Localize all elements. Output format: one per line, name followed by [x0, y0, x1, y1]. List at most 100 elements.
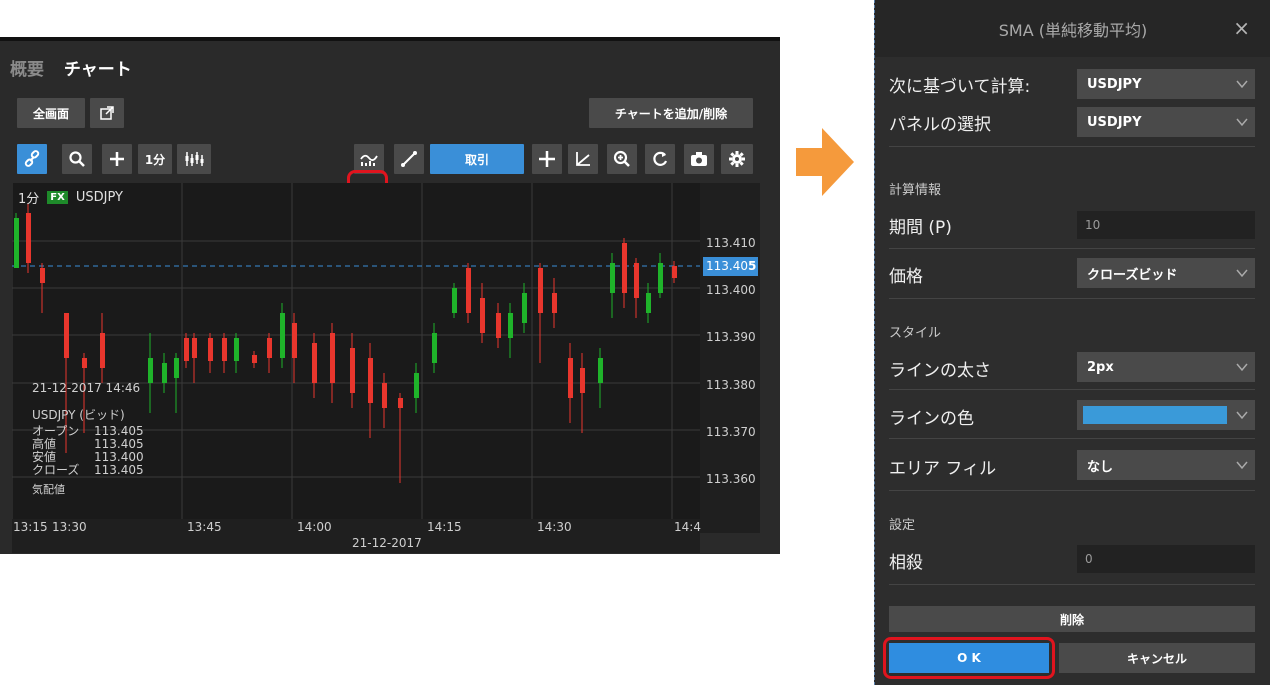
add-remove-chart-button[interactable]: チャートを追加/削除	[589, 98, 753, 128]
measure-button[interactable]	[568, 144, 598, 174]
fx-badge: FX	[47, 191, 68, 204]
price-select[interactable]: クローズビッド	[1077, 258, 1255, 288]
arrow-right-icon	[796, 128, 854, 196]
divider	[889, 298, 1255, 299]
search-button[interactable]	[62, 144, 92, 174]
ohlc-timestamp: 21-12-2017 14:46	[32, 381, 141, 395]
draw-line-button[interactable]	[394, 144, 424, 174]
style-section: スタイル	[889, 326, 942, 341]
area-fill-value: なし	[1087, 459, 1114, 475]
candle-body	[280, 313, 285, 358]
date-label: 21-12-2017	[352, 536, 422, 550]
symbol-row: 1分 FX USDJPY	[18, 188, 123, 207]
chart-panel: 概要 チャート 全画面 チャートを追加/削除 1分 取引 113.410 113…	[0, 37, 780, 554]
ohlc-key: クローズ	[32, 463, 80, 477]
divider	[889, 389, 1255, 390]
time-tick-label: 13:30	[52, 520, 87, 534]
candle-body	[622, 243, 627, 293]
candle-body	[208, 338, 213, 361]
add-button[interactable]	[102, 144, 132, 174]
candle-body	[398, 398, 403, 408]
candle-body	[26, 213, 31, 263]
divider	[889, 438, 1255, 439]
zoom-button[interactable]	[607, 144, 637, 174]
price-tick-label: 113.360	[706, 472, 756, 486]
external-link-icon	[100, 106, 114, 120]
gear-icon	[729, 151, 745, 167]
calc-basis-select[interactable]: USDJPY	[1077, 69, 1255, 99]
cancel-button[interactable]: キャンセル	[1059, 643, 1255, 673]
candle-body	[148, 358, 153, 383]
settings-section: 設定	[889, 518, 916, 533]
divider	[889, 584, 1255, 585]
candle-body	[598, 358, 603, 383]
candle-body	[552, 293, 557, 313]
candle-body	[480, 298, 485, 333]
zoom-in-icon	[613, 150, 630, 167]
candle-body	[382, 383, 387, 408]
line-color-select[interactable]	[1077, 400, 1255, 430]
trade-button[interactable]: 取引	[430, 144, 524, 174]
panel-select[interactable]: USDJPY	[1077, 107, 1255, 137]
candle-body	[568, 358, 573, 398]
candle-body	[40, 268, 45, 283]
tab-overview[interactable]: 概要	[10, 60, 44, 80]
chart-type-button[interactable]	[177, 144, 211, 174]
delete-button[interactable]: 削除	[889, 606, 1255, 632]
line-width-select[interactable]: 2px	[1077, 352, 1255, 382]
fullscreen-button[interactable]: 全画面	[17, 98, 85, 128]
cancel-label: キャンセル	[1126, 651, 1187, 666]
settings-button[interactable]	[721, 144, 753, 174]
line-color-swatch	[1083, 406, 1227, 424]
offset-input[interactable]: 0	[1077, 545, 1255, 573]
interval-overlay: 1分	[18, 192, 40, 207]
crosshair-button[interactable]	[532, 144, 562, 174]
price-tick-label: 113.370	[706, 425, 756, 439]
candle-body	[610, 263, 615, 293]
time-tick-label: 14:15	[427, 520, 462, 534]
offset-value: 0	[1085, 552, 1093, 566]
line-width-label: ラインの太さ	[889, 361, 991, 381]
candle-body	[184, 338, 189, 361]
chevron-down-icon	[1236, 411, 1248, 420]
measure-icon	[576, 152, 590, 166]
candle-body	[14, 218, 19, 268]
chevron-down-icon	[1236, 80, 1248, 89]
panel-select-value: USDJPY	[1087, 114, 1142, 130]
candle-body	[538, 268, 543, 313]
panel-tabs: 概要 チャート	[10, 55, 146, 80]
popout-button[interactable]	[90, 98, 124, 128]
search-icon	[69, 151, 85, 167]
price-tick-label: 113.400	[706, 283, 756, 297]
candle-body	[658, 263, 663, 293]
chevron-down-icon	[1236, 118, 1248, 127]
period-value: 10	[1085, 218, 1101, 232]
candle-body	[222, 338, 227, 361]
dialog-header: SMA (単純移動平均)	[875, 0, 1270, 57]
screenshot-button[interactable]	[684, 144, 714, 174]
time-tick-label: 13:45	[187, 520, 222, 534]
price-select-value: クローズビッド	[1087, 267, 1178, 283]
time-tick-label: 14:00	[297, 520, 332, 534]
area-fill-label: エリア フィル	[889, 459, 997, 479]
period-input[interactable]: 10	[1077, 211, 1255, 239]
tab-chart[interactable]: チャート	[64, 60, 132, 80]
interval-button[interactable]: 1分	[138, 144, 172, 174]
symbol-name: USDJPY	[75, 190, 123, 205]
link-button[interactable]	[17, 144, 47, 174]
candle-body	[174, 358, 179, 378]
candle-body	[312, 343, 317, 383]
delete-label: 削除	[1059, 612, 1084, 627]
close-icon[interactable]: ×	[1233, 16, 1250, 40]
trendline-icon	[401, 151, 417, 167]
time-tick-label: 13:15	[13, 520, 48, 534]
refresh-icon	[653, 151, 668, 166]
ohlc-info: 21-12-2017 14:46 USDJPY (ビッド) オープン 113.40…	[32, 381, 144, 497]
ohlc-row: クローズ 113.405	[32, 464, 144, 477]
refresh-button[interactable]	[645, 144, 675, 174]
area-fill-select[interactable]: なし	[1077, 450, 1255, 480]
candle-body	[508, 313, 513, 338]
ohlc-footer: 気配値	[32, 483, 65, 496]
divider	[889, 248, 1255, 249]
sma-dialog: SMA (単純移動平均) × 次に基づいて計算: USDJPY パネルの選択 U…	[874, 0, 1270, 685]
